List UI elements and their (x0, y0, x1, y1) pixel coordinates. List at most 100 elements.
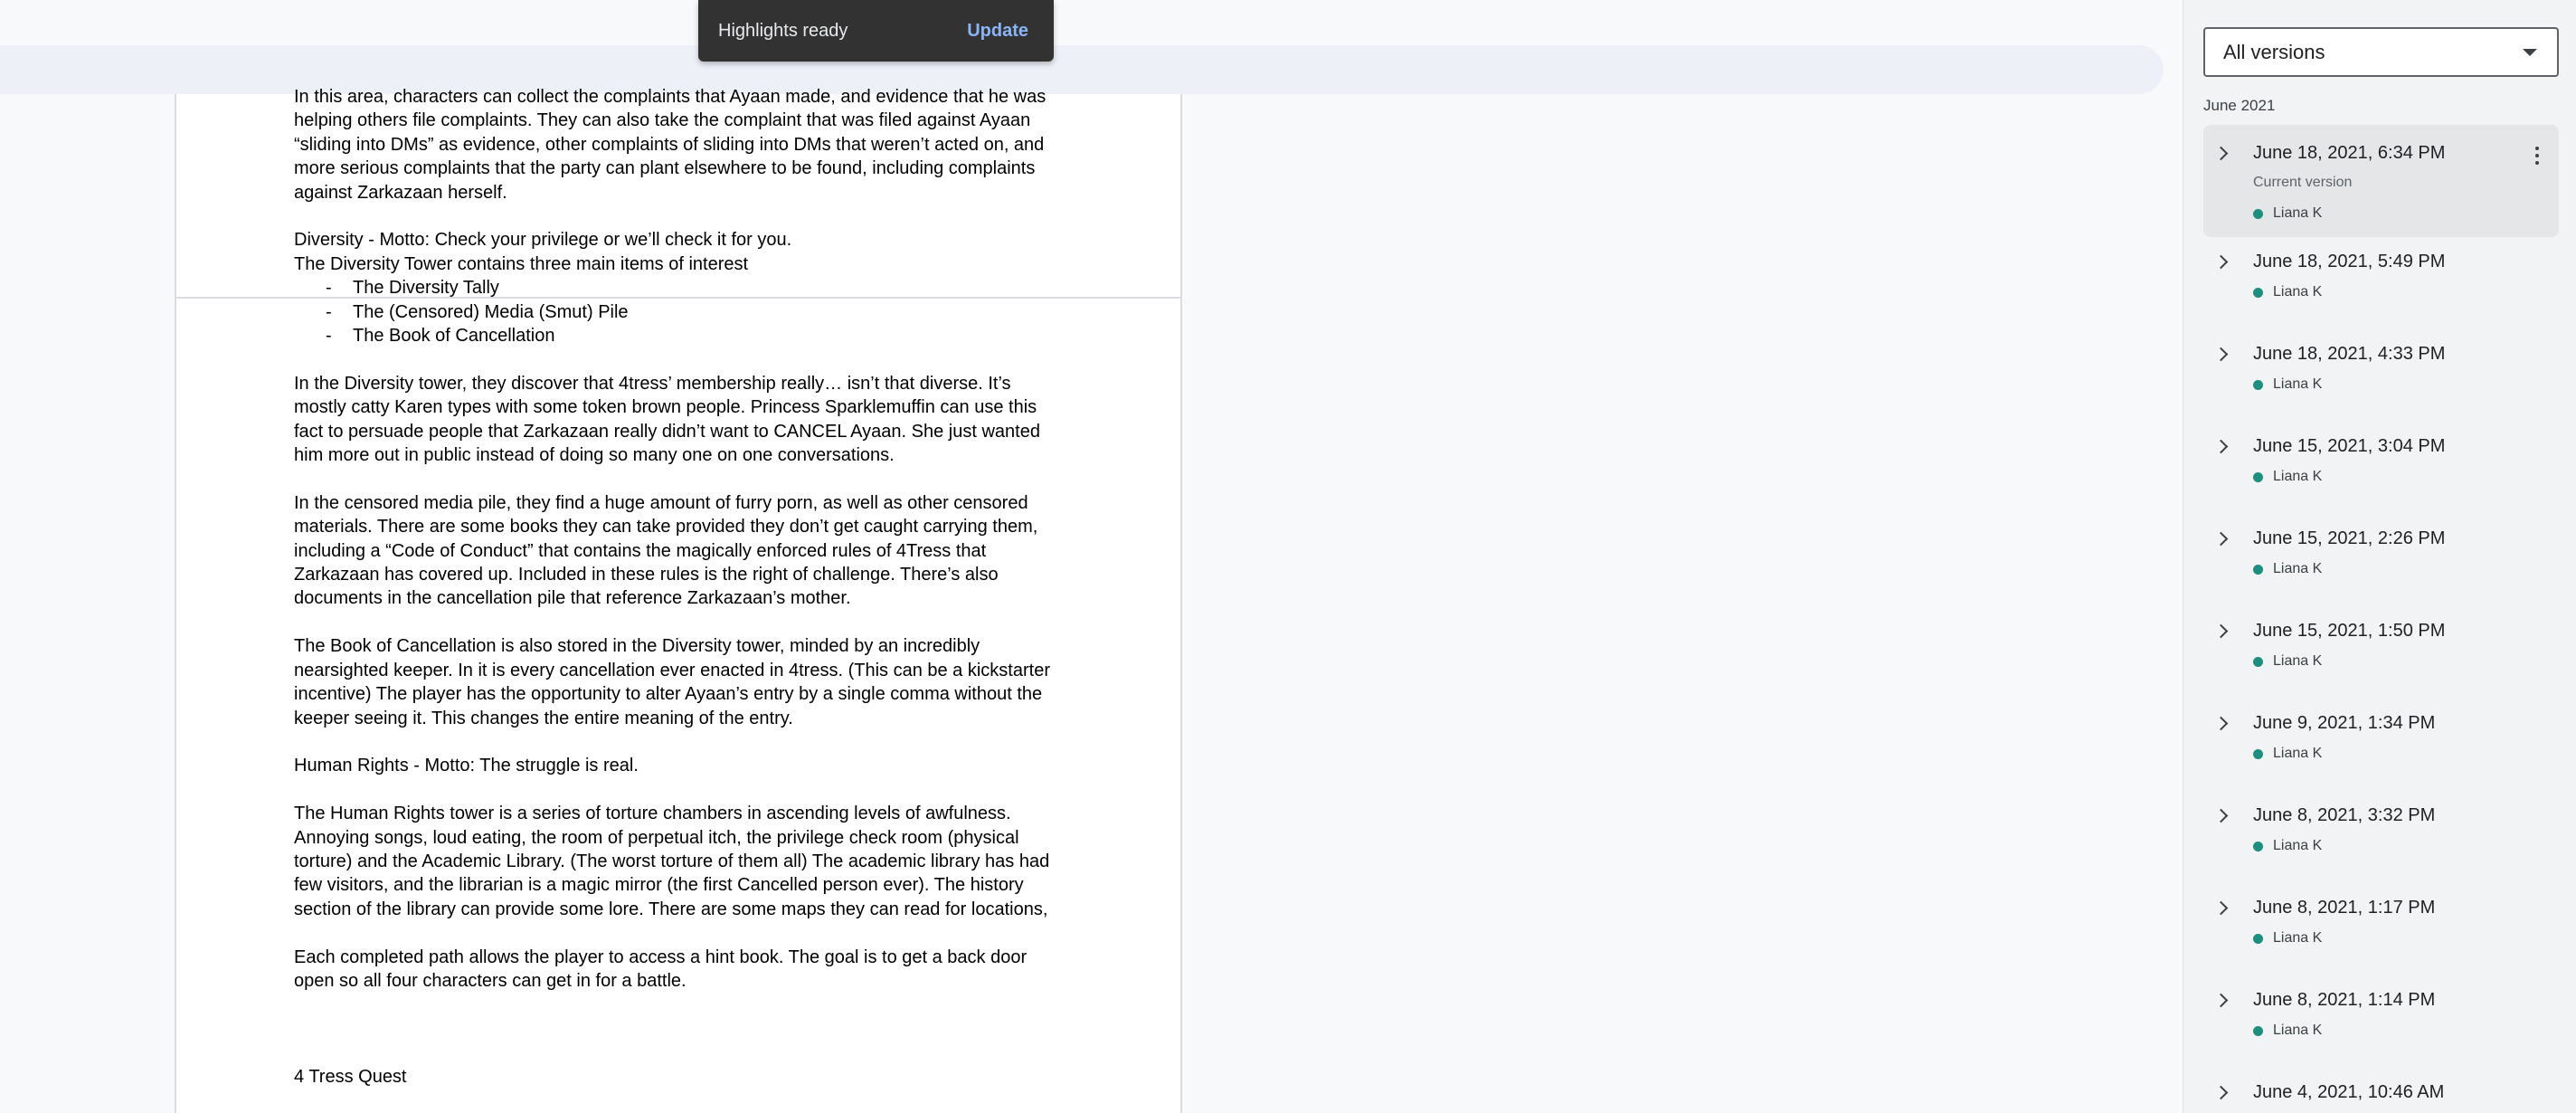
text-line: against Zarkazaan herself. (294, 182, 507, 203)
paragraph: Diversity - Motto: Check your privilege … (294, 228, 1072, 347)
version-timestamp: June 15, 2021, 1:50 PM (2253, 621, 2446, 641)
author-name: Liana K (2273, 746, 2323, 761)
chevron-right-icon[interactable] (2213, 716, 2229, 731)
chevron-right-icon[interactable] (2213, 900, 2229, 916)
author-name: Liana K (2273, 930, 2323, 946)
text-line: In the Diversity tower, they discover th… (294, 373, 1011, 394)
bullet-item: - The Diversity Tally (294, 276, 1072, 300)
bullet-dash: - (326, 326, 332, 347)
version-author: Liana K (2253, 469, 2322, 485)
text-line: Each completed path allows the player to… (294, 947, 1028, 967)
version-item-current[interactable]: June 18, 2021, 6:34 PM Current version Lia… (2203, 125, 2559, 237)
version-item[interactable]: June 15, 2021, 3:04 PM Liana K (2203, 418, 2559, 510)
chevron-right-icon[interactable] (2213, 1085, 2229, 1100)
text-line: keeper seeing it. This changes the entir… (294, 708, 793, 728)
chevron-right-icon[interactable] (2213, 808, 2229, 823)
author-name: Liana K (2273, 1023, 2323, 1038)
version-timestamp: June 15, 2021, 3:04 PM (2253, 436, 2446, 456)
version-item[interactable]: June 8, 2021, 3:32 PM Liana K (2203, 787, 2559, 880)
text-line: more serious complaints that the party c… (294, 158, 1036, 179)
paragraph: Each completed path allows the player to… (294, 946, 1072, 994)
text-line: helping others file complaints. They can… (294, 110, 1031, 131)
month-group-label: June 2021 (2203, 97, 2276, 114)
more-dot (2535, 154, 2539, 157)
author-color-dot (2253, 564, 2263, 575)
highlights-snackbar: Highlights ready Update (698, 0, 1054, 62)
version-timestamp: June 8, 2021, 1:14 PM (2253, 990, 2436, 1010)
text-line: including a “Code of Conduct” that conta… (294, 540, 987, 561)
document-body[interactable]: In this area, characters can collect the… (294, 85, 1072, 1089)
version-item[interactable]: June 18, 2021, 4:33 PM Liana K (2203, 326, 2559, 418)
blank-space (294, 1017, 1072, 1065)
version-timestamp: June 18, 2021, 6:34 PM (2253, 143, 2446, 163)
current-version-label: Current version (2253, 175, 2353, 190)
text-line: In this area, characters can collect the… (294, 87, 1046, 107)
text-line: him more out in public instead of doing … (294, 445, 895, 466)
snackbar-message: Highlights ready (718, 20, 848, 41)
version-item[interactable]: June 9, 2021, 1:34 PM Liana K (2203, 695, 2559, 787)
text-line: torture) and the Academic Library. (The … (294, 851, 1050, 871)
author-color-dot (2253, 1025, 2263, 1036)
text-line: incentive) The player has the opportunit… (294, 684, 1043, 705)
author-color-dot (2253, 748, 2263, 759)
version-timestamp: June 18, 2021, 5:49 PM (2253, 252, 2446, 271)
version-timestamp: June 9, 2021, 1:34 PM (2253, 713, 2436, 733)
author-color-dot (2253, 471, 2263, 482)
version-item[interactable]: June 8, 2021, 1:17 PM Liana K (2203, 880, 2559, 972)
author-color-dot (2253, 841, 2263, 851)
version-author: Liana K (2253, 838, 2322, 854)
version-item[interactable]: June 4, 2021, 10:46 AMLiana K (2203, 1064, 2559, 1113)
version-item[interactable]: June 15, 2021, 1:50 PM Liana K (2203, 603, 2559, 695)
version-timestamp: June 4, 2021, 10:46 AM (2253, 1082, 2445, 1102)
version-author: Liana K (2253, 746, 2322, 762)
chevron-right-icon[interactable] (2213, 531, 2229, 547)
caret-down-icon (2523, 48, 2537, 56)
version-list: June 18, 2021, 6:34 PM Current version Lia… (2203, 125, 2559, 1113)
bullet-item: - The Book of Cancellation (294, 324, 1072, 347)
document-canvas: In this area, characters can collect the… (0, 0, 2182, 1113)
author-color-dot (2253, 933, 2263, 944)
chevron-right-icon[interactable] (2213, 254, 2229, 270)
author-color-dot (2253, 287, 2263, 298)
version-item[interactable]: June 18, 2021, 5:49 PM Liana K (2203, 233, 2559, 326)
paragraph: In the censored media pile, they find a … (294, 491, 1072, 611)
author-color-dot (2253, 656, 2263, 667)
chevron-right-icon[interactable] (2213, 623, 2229, 639)
section-heading: 4 Tress Quest (294, 1066, 407, 1087)
version-timestamp: June 18, 2021, 4:33 PM (2253, 344, 2446, 364)
document-page[interactable]: In this area, characters can collect the… (175, 87, 1182, 1113)
version-author: Liana K (2253, 561, 2322, 577)
bullet-dash: - (326, 301, 332, 322)
paragraph: The Book of Cancellation is also stored … (294, 634, 1072, 730)
text-line: materials. There are some books they can… (294, 517, 1038, 537)
paragraph: In the Diversity tower, they discover th… (294, 372, 1072, 468)
text-line: The Human Rights tower is a series of to… (294, 804, 1011, 824)
version-item[interactable]: June 8, 2021, 1:14 PM Liana K (2203, 972, 2559, 1064)
bullet-item: - The (Censored) Media (Smut) Pile (294, 300, 1072, 324)
text-line: “sliding into DMs” as evidence, other co… (294, 134, 1045, 155)
bullet-text: The Diversity Tally (353, 278, 499, 299)
chevron-right-icon[interactable] (2213, 146, 2229, 161)
text-line: open so all four characters can get in f… (294, 970, 687, 991)
chevron-right-icon[interactable] (2213, 439, 2229, 454)
text-line: documents in the cancellation pile that … (294, 588, 851, 609)
update-button[interactable]: Update (967, 21, 1028, 42)
author-name: Liana K (2273, 838, 2323, 853)
text-line: The Diversity Tower contains three main … (294, 253, 749, 274)
text-line: Diversity - Motto: Check your privilege … (294, 230, 792, 251)
more-dot (2535, 161, 2539, 165)
paragraph: Human Rights - Motto: The struggle is re… (294, 754, 1072, 777)
version-item[interactable]: June 15, 2021, 2:26 PM Liana K (2203, 510, 2559, 603)
bullet-text: The (Censored) Media (Smut) Pile (353, 301, 629, 322)
version-author: Liana K (2253, 1023, 2322, 1039)
chevron-right-icon[interactable] (2213, 993, 2229, 1008)
chevron-right-icon[interactable] (2213, 347, 2229, 362)
more-dot (2535, 147, 2539, 150)
version-filter-select[interactable]: All versions (2203, 27, 2559, 77)
text-line: Zarkazaan has covered up. Included in th… (294, 565, 999, 585)
author-name: Liana K (2273, 205, 2323, 221)
more-vert-icon[interactable] (2528, 145, 2546, 166)
text-line: few visitors, and the librarian is a mag… (294, 875, 1024, 896)
bullet-dash: - (326, 278, 332, 299)
paragraph: The Human Rights tower is a series of to… (294, 802, 1072, 921)
